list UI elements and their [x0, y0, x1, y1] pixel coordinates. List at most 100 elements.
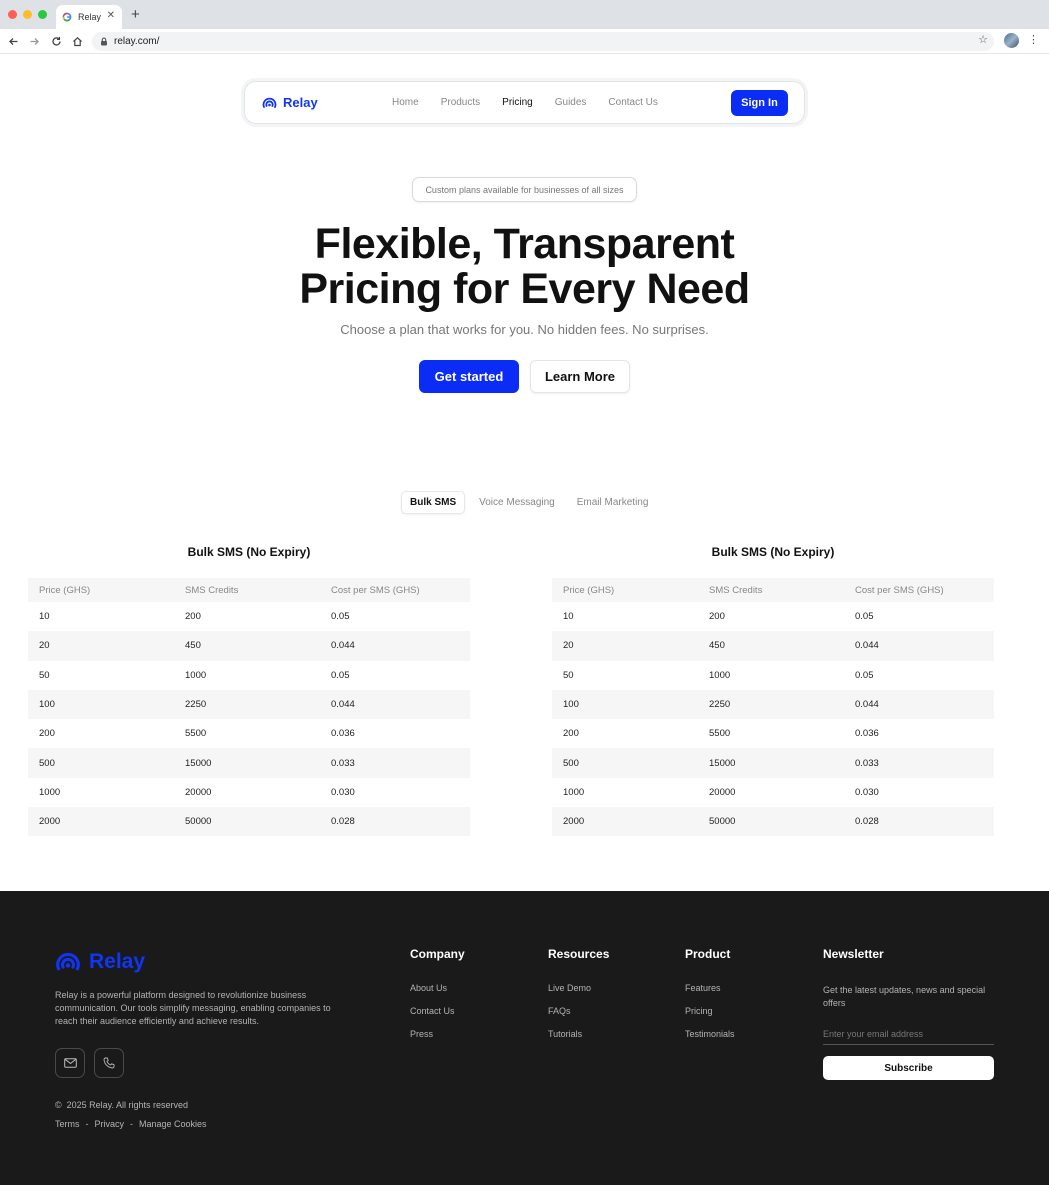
cell-sms-credits: 200 [709, 611, 725, 623]
table-row: 2000 50000 0.028 [552, 807, 994, 837]
footer-brand-name: Relay [89, 950, 146, 973]
tab-bulk-sms[interactable]: Bulk SMS [401, 491, 466, 514]
cell-cost-per-sms: 0.044 [844, 631, 994, 661]
reload-icon[interactable] [49, 34, 63, 48]
copyright-text: 2025 Relay. All rights reserved [66, 1100, 189, 1110]
cell-price: 20 [28, 631, 174, 661]
cell-price: 200 [563, 728, 579, 740]
table-row: 100 2250 0.044 [552, 689, 994, 720]
cell-sms-credits: 50000 [698, 807, 844, 837]
footer-link-tutorials[interactable]: Tutorials [548, 1029, 609, 1039]
footer-column-title: Product [685, 947, 731, 961]
cell-cost-per-sms: 0.033 [844, 748, 994, 778]
sign-in-button[interactable]: Sign In [731, 90, 788, 116]
cell-sms-credits: 50000 [174, 807, 320, 837]
brand-name: Relay [283, 95, 318, 110]
learn-more-button[interactable]: Learn More [530, 360, 630, 393]
nav-link-pricing[interactable]: Pricing [502, 97, 533, 108]
browser-tab-title: Relay [78, 12, 102, 22]
close-window-button[interactable] [8, 10, 17, 19]
cell-cost-per-sms: 0.028 [844, 807, 994, 837]
cell-sms-credits: 450 [174, 631, 320, 661]
back-arrow-icon[interactable] [6, 34, 20, 48]
subscribe-button[interactable]: Subscribe [823, 1056, 994, 1080]
footer-link-about-us[interactable]: About Us [410, 983, 465, 993]
cell-price: 500 [552, 748, 698, 778]
newsletter-email-input[interactable] [823, 1024, 994, 1045]
legal-separator: - [85, 1119, 89, 1129]
nav-link-products[interactable]: Products [441, 97, 480, 108]
footer-link-contact-us[interactable]: Contact Us [410, 1006, 465, 1016]
cell-cost-per-sms: 0.044 [320, 631, 470, 661]
profile-avatar[interactable] [1004, 33, 1019, 48]
table-row: 50 1000 0.05 [552, 661, 994, 690]
pricing-table: Price (GHS) SMS Credits Cost per SMS (GH… [28, 578, 470, 837]
footer-link-pricing[interactable]: Pricing [685, 1006, 735, 1016]
cell-sms-credits: 20000 [185, 786, 212, 798]
window-controls [8, 10, 47, 19]
tab-voice-messaging[interactable]: Voice Messaging [471, 492, 563, 513]
legal-links: Terms - Privacy - Manage Cookies [55, 1119, 207, 1129]
cell-sms-credits: 2250 [698, 689, 844, 720]
table-row: 20 450 0.044 [28, 631, 470, 661]
table-row: 1000 20000 0.030 [552, 778, 994, 807]
footer-link-features[interactable]: Features [685, 983, 735, 993]
cell-price: 1000 [563, 786, 585, 798]
new-tab-icon[interactable]: + [131, 6, 140, 23]
mail-icon [63, 1058, 77, 1068]
minimize-window-button[interactable] [23, 10, 32, 19]
footer-column-resources: Resources Live Demo FAQs Tutorials [548, 947, 609, 1052]
cell-cost-per-sms: 0.036 [331, 728, 355, 740]
manage-cookies-link[interactable]: Manage Cookies [139, 1119, 207, 1129]
cell-sms-credits: 15000 [698, 748, 844, 778]
table-row: 50 1000 0.05 [28, 661, 470, 690]
get-started-button[interactable]: Get started [419, 360, 519, 393]
cell-price: 100 [28, 689, 174, 720]
phone-contact-button[interactable] [94, 1048, 124, 1078]
bookmark-star-icon[interactable]: ☆ [978, 33, 988, 46]
cell-price: 10 [39, 611, 50, 623]
table-row: 2000 50000 0.028 [28, 807, 470, 837]
footer-column-product: Product Features Pricing Testimonials [685, 947, 735, 1052]
cell-price: 1000 [39, 786, 61, 798]
maximize-window-button[interactable] [38, 10, 47, 19]
page-title-line-2: Pricing for Every Need [299, 265, 750, 313]
address-bar[interactable]: relay.com/ ☆ [92, 32, 994, 51]
cell-sms-credits: 5500 [709, 728, 731, 740]
brand-logo[interactable]: Relay [262, 95, 318, 110]
nav-link-guides[interactable]: Guides [555, 97, 587, 108]
forward-arrow-icon[interactable] [27, 34, 41, 48]
copyright: © 2025 Relay. All rights reserved [55, 1100, 188, 1110]
cell-price: 2000 [552, 807, 698, 837]
tab-email-marketing[interactable]: Email Marketing [569, 492, 657, 513]
cell-cost-per-sms: 0.030 [331, 786, 355, 798]
close-tab-icon[interactable]: ✕ [107, 10, 115, 21]
newsletter-text: Get the latest updates, news and special… [823, 985, 986, 1008]
site-footer: Relay Relay is a powerful platform desig… [0, 891, 1049, 1185]
table-row: 200 5500 0.036 [552, 719, 994, 748]
column-header-price: Price (GHS) [552, 578, 698, 602]
page-title-line-1: Flexible, Transparent [314, 220, 735, 268]
cell-price: 50 [39, 669, 50, 681]
footer-link-press[interactable]: Press [410, 1029, 465, 1039]
column-header-price: Price (GHS) [28, 578, 174, 602]
browser-tab[interactable]: Relay ✕ [56, 5, 122, 29]
column-header-sms-credits: SMS Credits [174, 578, 320, 602]
privacy-link[interactable]: Privacy [95, 1119, 125, 1129]
footer-link-faqs[interactable]: FAQs [548, 1006, 609, 1016]
cell-sms-credits: 450 [698, 631, 844, 661]
footer-link-testimonials[interactable]: Testimonials [685, 1029, 735, 1039]
email-contact-button[interactable] [55, 1048, 85, 1078]
browser-tabstrip: Relay ✕ + [0, 0, 1049, 29]
legal-separator: - [130, 1119, 134, 1129]
browser-menu-icon[interactable]: ⋮ [1028, 34, 1039, 47]
terms-link[interactable]: Terms [55, 1119, 80, 1129]
site-navbar: Relay Home Products Pricing Guides Conta… [244, 81, 805, 124]
footer-link-live-demo[interactable]: Live Demo [548, 983, 609, 993]
table-row: 100 2250 0.044 [28, 689, 470, 720]
nav-link-home[interactable]: Home [392, 97, 419, 108]
footer-brand-logo[interactable]: Relay [55, 950, 145, 974]
cell-cost-per-sms: 0.05 [855, 669, 874, 681]
nav-link-contact-us[interactable]: Contact Us [608, 97, 657, 108]
home-icon[interactable] [70, 34, 84, 48]
